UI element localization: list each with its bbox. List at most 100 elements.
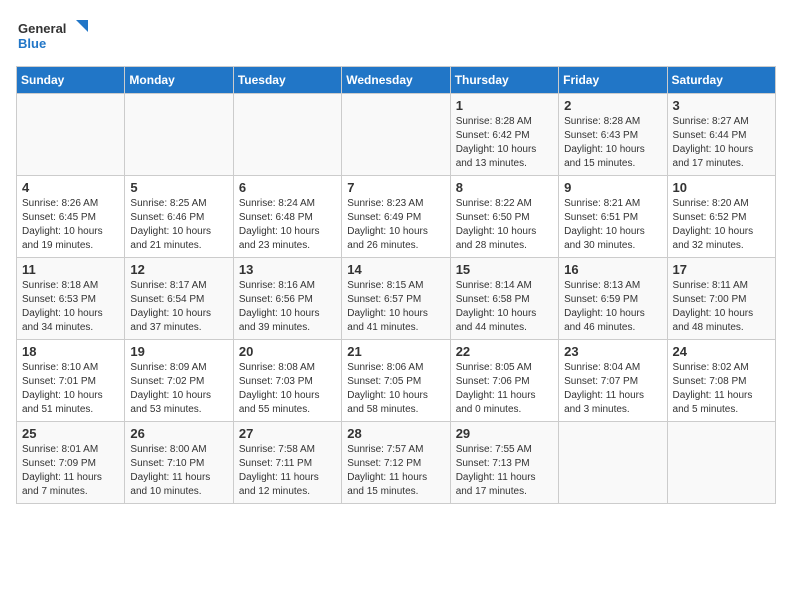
calendar-cell: 4Sunrise: 8:26 AM Sunset: 6:45 PM Daylig… <box>17 176 125 258</box>
day-info: Sunrise: 8:09 AM Sunset: 7:02 PM Dayligh… <box>130 361 227 417</box>
calendar-cell <box>559 422 667 504</box>
calendar-header-tuesday: Tuesday <box>233 67 341 94</box>
calendar-cell: 1 Sunrise: 8:28 AM Sunset: 6:42 PM Daylig… <box>450 94 558 176</box>
day-info: Sunrise: 8:02 AM Sunset: 7:08 PM Dayligh… <box>673 361 770 417</box>
calendar-header-wednesday: Wednesday <box>342 67 450 94</box>
calendar-cell: 10 Sunrise: 8:20 AM Sunset: 6:52 PM Dayli… <box>667 176 775 258</box>
calendar-table: SundayMondayTuesdayWednesdayThursdayFrid… <box>16 66 776 504</box>
calendar-cell: 24 Sunrise: 8:02 AM Sunset: 7:08 PM Dayli… <box>667 340 775 422</box>
calendar-cell: 14 Sunrise: 8:15 AM Sunset: 6:57 PM Dayli… <box>342 258 450 340</box>
day-number: 26 <box>130 426 227 441</box>
day-info: Sunrise: 8:14 AM Sunset: 6:58 PM Dayligh… <box>456 279 553 335</box>
calendar-cell <box>667 422 775 504</box>
calendar-week-3: 11 Sunrise: 8:18 AM Sunset: 6:53 PM Dayli… <box>17 258 776 340</box>
day-info: Sunrise: 7:55 AM Sunset: 7:13 PM Dayligh… <box>456 443 553 499</box>
calendar-cell: 16Sunrise: 8:13 AM Sunset: 6:59 PM Dayli… <box>559 258 667 340</box>
calendar-week-2: 4Sunrise: 8:26 AM Sunset: 6:45 PM Daylig… <box>17 176 776 258</box>
day-info: Sunrise: 8:06 AM Sunset: 7:05 PM Dayligh… <box>347 361 444 417</box>
day-number: 23 <box>564 344 661 359</box>
calendar-cell: 27 Sunrise: 7:58 AM Sunset: 7:11 PM Dayli… <box>233 422 341 504</box>
svg-text:Blue: Blue <box>18 36 46 51</box>
day-number: 2 <box>564 98 661 113</box>
calendar-header-row: SundayMondayTuesdayWednesdayThursdayFrid… <box>17 67 776 94</box>
day-info: Sunrise: 8:20 AM Sunset: 6:52 PM Dayligh… <box>673 197 770 253</box>
day-info: Sunrise: 8:00 AM Sunset: 7:10 PM Dayligh… <box>130 443 227 499</box>
day-info: Sunrise: 8:16 AM Sunset: 6:56 PM Dayligh… <box>239 279 336 335</box>
day-number: 25 <box>22 426 119 441</box>
calendar-cell: 18 Sunrise: 8:10 AM Sunset: 7:01 PM Dayli… <box>17 340 125 422</box>
calendar-cell: 20 Sunrise: 8:08 AM Sunset: 7:03 PM Dayli… <box>233 340 341 422</box>
calendar-cell: 8 Sunrise: 8:22 AM Sunset: 6:50 PM Daylig… <box>450 176 558 258</box>
calendar-cell: 15 Sunrise: 8:14 AM Sunset: 6:58 PM Dayli… <box>450 258 558 340</box>
day-number: 1 <box>456 98 553 113</box>
calendar-header-sunday: Sunday <box>17 67 125 94</box>
calendar-cell <box>233 94 341 176</box>
day-info: Sunrise: 8:18 AM Sunset: 6:53 PM Dayligh… <box>22 279 119 335</box>
calendar-cell: 17Sunrise: 8:11 AM Sunset: 7:00 PM Dayli… <box>667 258 775 340</box>
day-number: 12 <box>130 262 227 277</box>
calendar-cell: 21 Sunrise: 8:06 AM Sunset: 7:05 PM Dayli… <box>342 340 450 422</box>
day-info: Sunrise: 8:10 AM Sunset: 7:01 PM Dayligh… <box>22 361 119 417</box>
calendar-header-saturday: Saturday <box>667 67 775 94</box>
day-number: 27 <box>239 426 336 441</box>
calendar-cell <box>125 94 233 176</box>
day-number: 13 <box>239 262 336 277</box>
calendar-cell: 3Sunrise: 8:27 AM Sunset: 6:44 PM Daylig… <box>667 94 775 176</box>
day-info: Sunrise: 8:24 AM Sunset: 6:48 PM Dayligh… <box>239 197 336 253</box>
day-number: 19 <box>130 344 227 359</box>
day-number: 6 <box>239 180 336 195</box>
header: GeneralBlue <box>16 16 776 56</box>
day-number: 4 <box>22 180 119 195</box>
calendar-cell <box>342 94 450 176</box>
day-number: 15 <box>456 262 553 277</box>
day-number: 14 <box>347 262 444 277</box>
calendar-cell: 28 Sunrise: 7:57 AM Sunset: 7:12 PM Dayli… <box>342 422 450 504</box>
day-info: Sunrise: 8:23 AM Sunset: 6:49 PM Dayligh… <box>347 197 444 253</box>
calendar-header-monday: Monday <box>125 67 233 94</box>
calendar-week-5: 25 Sunrise: 8:01 AM Sunset: 7:09 PM Dayli… <box>17 422 776 504</box>
day-info: Sunrise: 8:08 AM Sunset: 7:03 PM Dayligh… <box>239 361 336 417</box>
day-number: 21 <box>347 344 444 359</box>
day-info: Sunrise: 8:13 AM Sunset: 6:59 PM Dayligh… <box>564 279 661 335</box>
calendar-cell: 9 Sunrise: 8:21 AM Sunset: 6:51 PM Daylig… <box>559 176 667 258</box>
calendar-cell: 11 Sunrise: 8:18 AM Sunset: 6:53 PM Dayli… <box>17 258 125 340</box>
day-number: 7 <box>347 180 444 195</box>
day-number: 10 <box>673 180 770 195</box>
day-number: 22 <box>456 344 553 359</box>
day-number: 8 <box>456 180 553 195</box>
calendar-cell: 22 Sunrise: 8:05 AM Sunset: 7:06 PM Dayli… <box>450 340 558 422</box>
day-info: Sunrise: 8:15 AM Sunset: 6:57 PM Dayligh… <box>347 279 444 335</box>
day-info: Sunrise: 8:01 AM Sunset: 7:09 PM Dayligh… <box>22 443 119 499</box>
day-number: 17 <box>673 262 770 277</box>
calendar-header-friday: Friday <box>559 67 667 94</box>
day-number: 24 <box>673 344 770 359</box>
calendar-cell: 7 Sunrise: 8:23 AM Sunset: 6:49 PM Daylig… <box>342 176 450 258</box>
day-info: Sunrise: 8:17 AM Sunset: 6:54 PM Dayligh… <box>130 279 227 335</box>
day-number: 28 <box>347 426 444 441</box>
day-info: Sunrise: 7:58 AM Sunset: 7:11 PM Dayligh… <box>239 443 336 499</box>
logo-svg: GeneralBlue <box>16 16 96 56</box>
day-number: 20 <box>239 344 336 359</box>
day-info: Sunrise: 8:05 AM Sunset: 7:06 PM Dayligh… <box>456 361 553 417</box>
day-number: 9 <box>564 180 661 195</box>
calendar-body: 1 Sunrise: 8:28 AM Sunset: 6:42 PM Daylig… <box>17 94 776 504</box>
day-number: 29 <box>456 426 553 441</box>
day-info: Sunrise: 8:25 AM Sunset: 6:46 PM Dayligh… <box>130 197 227 253</box>
day-number: 11 <box>22 262 119 277</box>
day-info: Sunrise: 8:22 AM Sunset: 6:50 PM Dayligh… <box>456 197 553 253</box>
calendar-cell: 2 Sunrise: 8:28 AM Sunset: 6:43 PM Daylig… <box>559 94 667 176</box>
calendar-cell: 13 Sunrise: 8:16 AM Sunset: 6:56 PM Dayli… <box>233 258 341 340</box>
logo: GeneralBlue <box>16 16 96 56</box>
day-info: Sunrise: 8:27 AM Sunset: 6:44 PM Dayligh… <box>673 115 770 171</box>
day-info: Sunrise: 8:28 AM Sunset: 6:43 PM Dayligh… <box>564 115 661 171</box>
svg-text:General: General <box>18 21 66 36</box>
day-info: Sunrise: 7:57 AM Sunset: 7:12 PM Dayligh… <box>347 443 444 499</box>
calendar-cell: 23Sunrise: 8:04 AM Sunset: 7:07 PM Dayli… <box>559 340 667 422</box>
calendar-cell: 26 Sunrise: 8:00 AM Sunset: 7:10 PM Dayli… <box>125 422 233 504</box>
calendar-week-4: 18 Sunrise: 8:10 AM Sunset: 7:01 PM Dayli… <box>17 340 776 422</box>
day-info: Sunrise: 8:21 AM Sunset: 6:51 PM Dayligh… <box>564 197 661 253</box>
calendar-cell: 5Sunrise: 8:25 AM Sunset: 6:46 PM Daylig… <box>125 176 233 258</box>
day-info: Sunrise: 8:28 AM Sunset: 6:42 PM Dayligh… <box>456 115 553 171</box>
day-number: 18 <box>22 344 119 359</box>
calendar-cell: 12 Sunrise: 8:17 AM Sunset: 6:54 PM Dayli… <box>125 258 233 340</box>
